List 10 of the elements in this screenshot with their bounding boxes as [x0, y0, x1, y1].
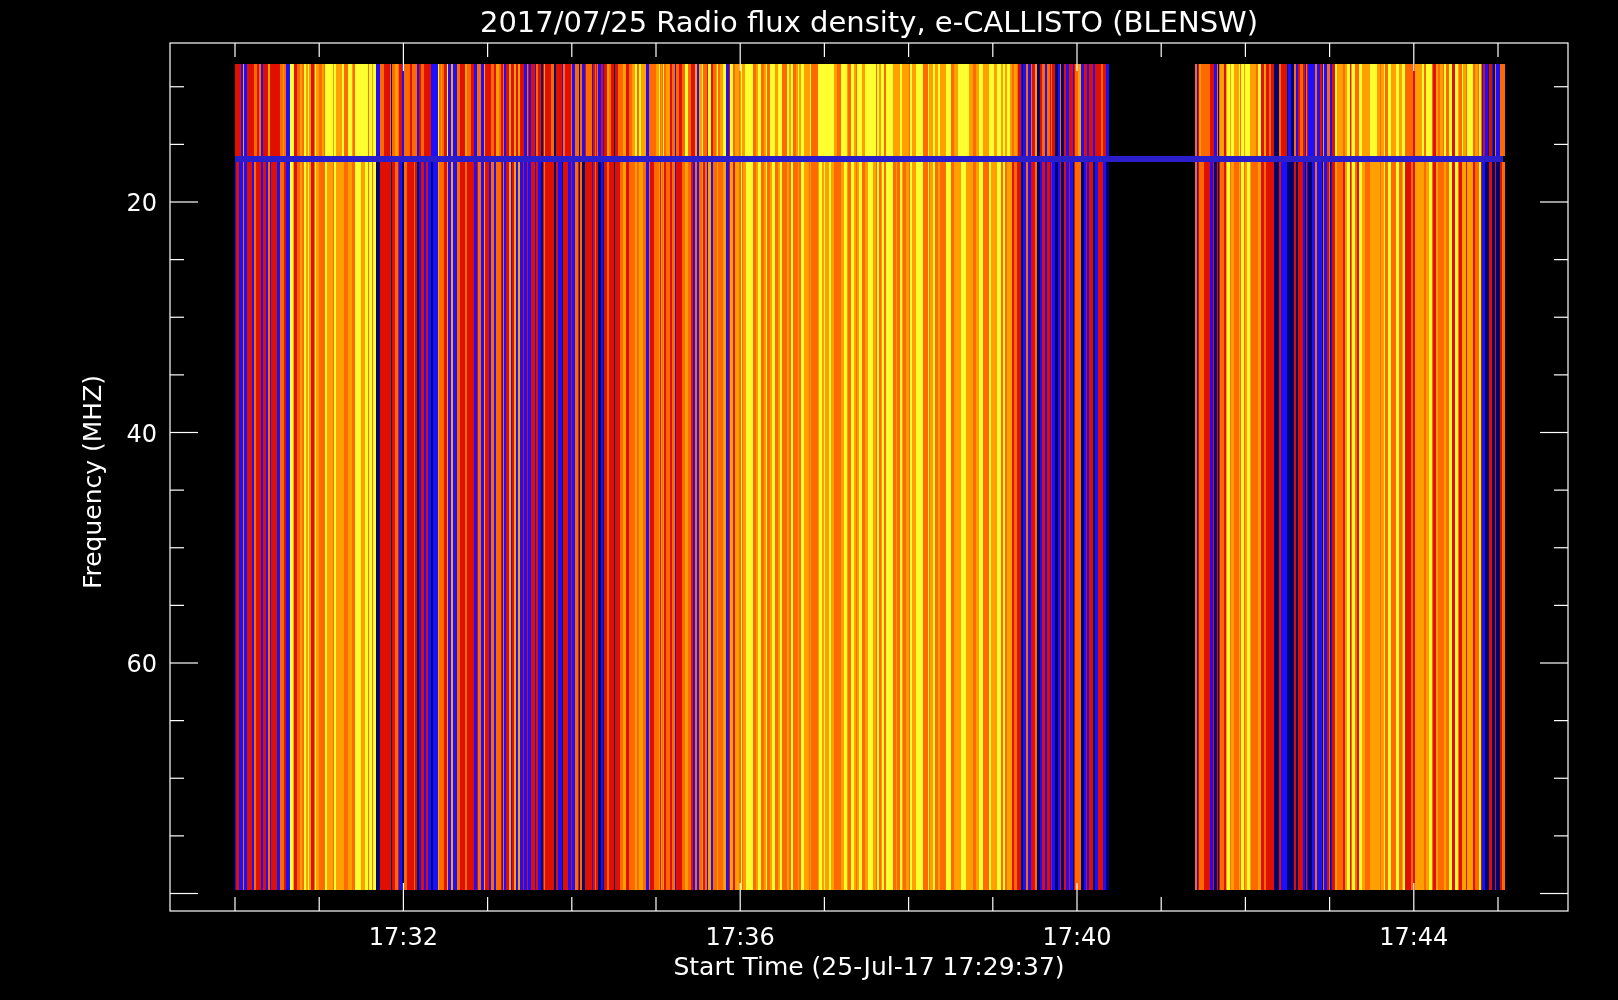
chart-title: 2017/07/25 Radio flux density, e-CALLISTO (BLENSW) [479, 5, 1259, 39]
y-tick-label: 40 [126, 419, 157, 448]
x-tick-label: 17:32 [368, 923, 438, 951]
x-tick-label: 17:40 [1042, 923, 1112, 951]
y-tick-label: 20 [126, 189, 157, 217]
x-tick-label: 17:44 [1379, 923, 1449, 951]
y-axis-label: Frequency (MHZ) [78, 374, 107, 590]
x-axis-label: Start Time (25-Jul-17 17:29:37) [673, 952, 1065, 981]
x-tick-label: 17:36 [705, 923, 775, 951]
y-tick-label: 60 [126, 650, 157, 678]
